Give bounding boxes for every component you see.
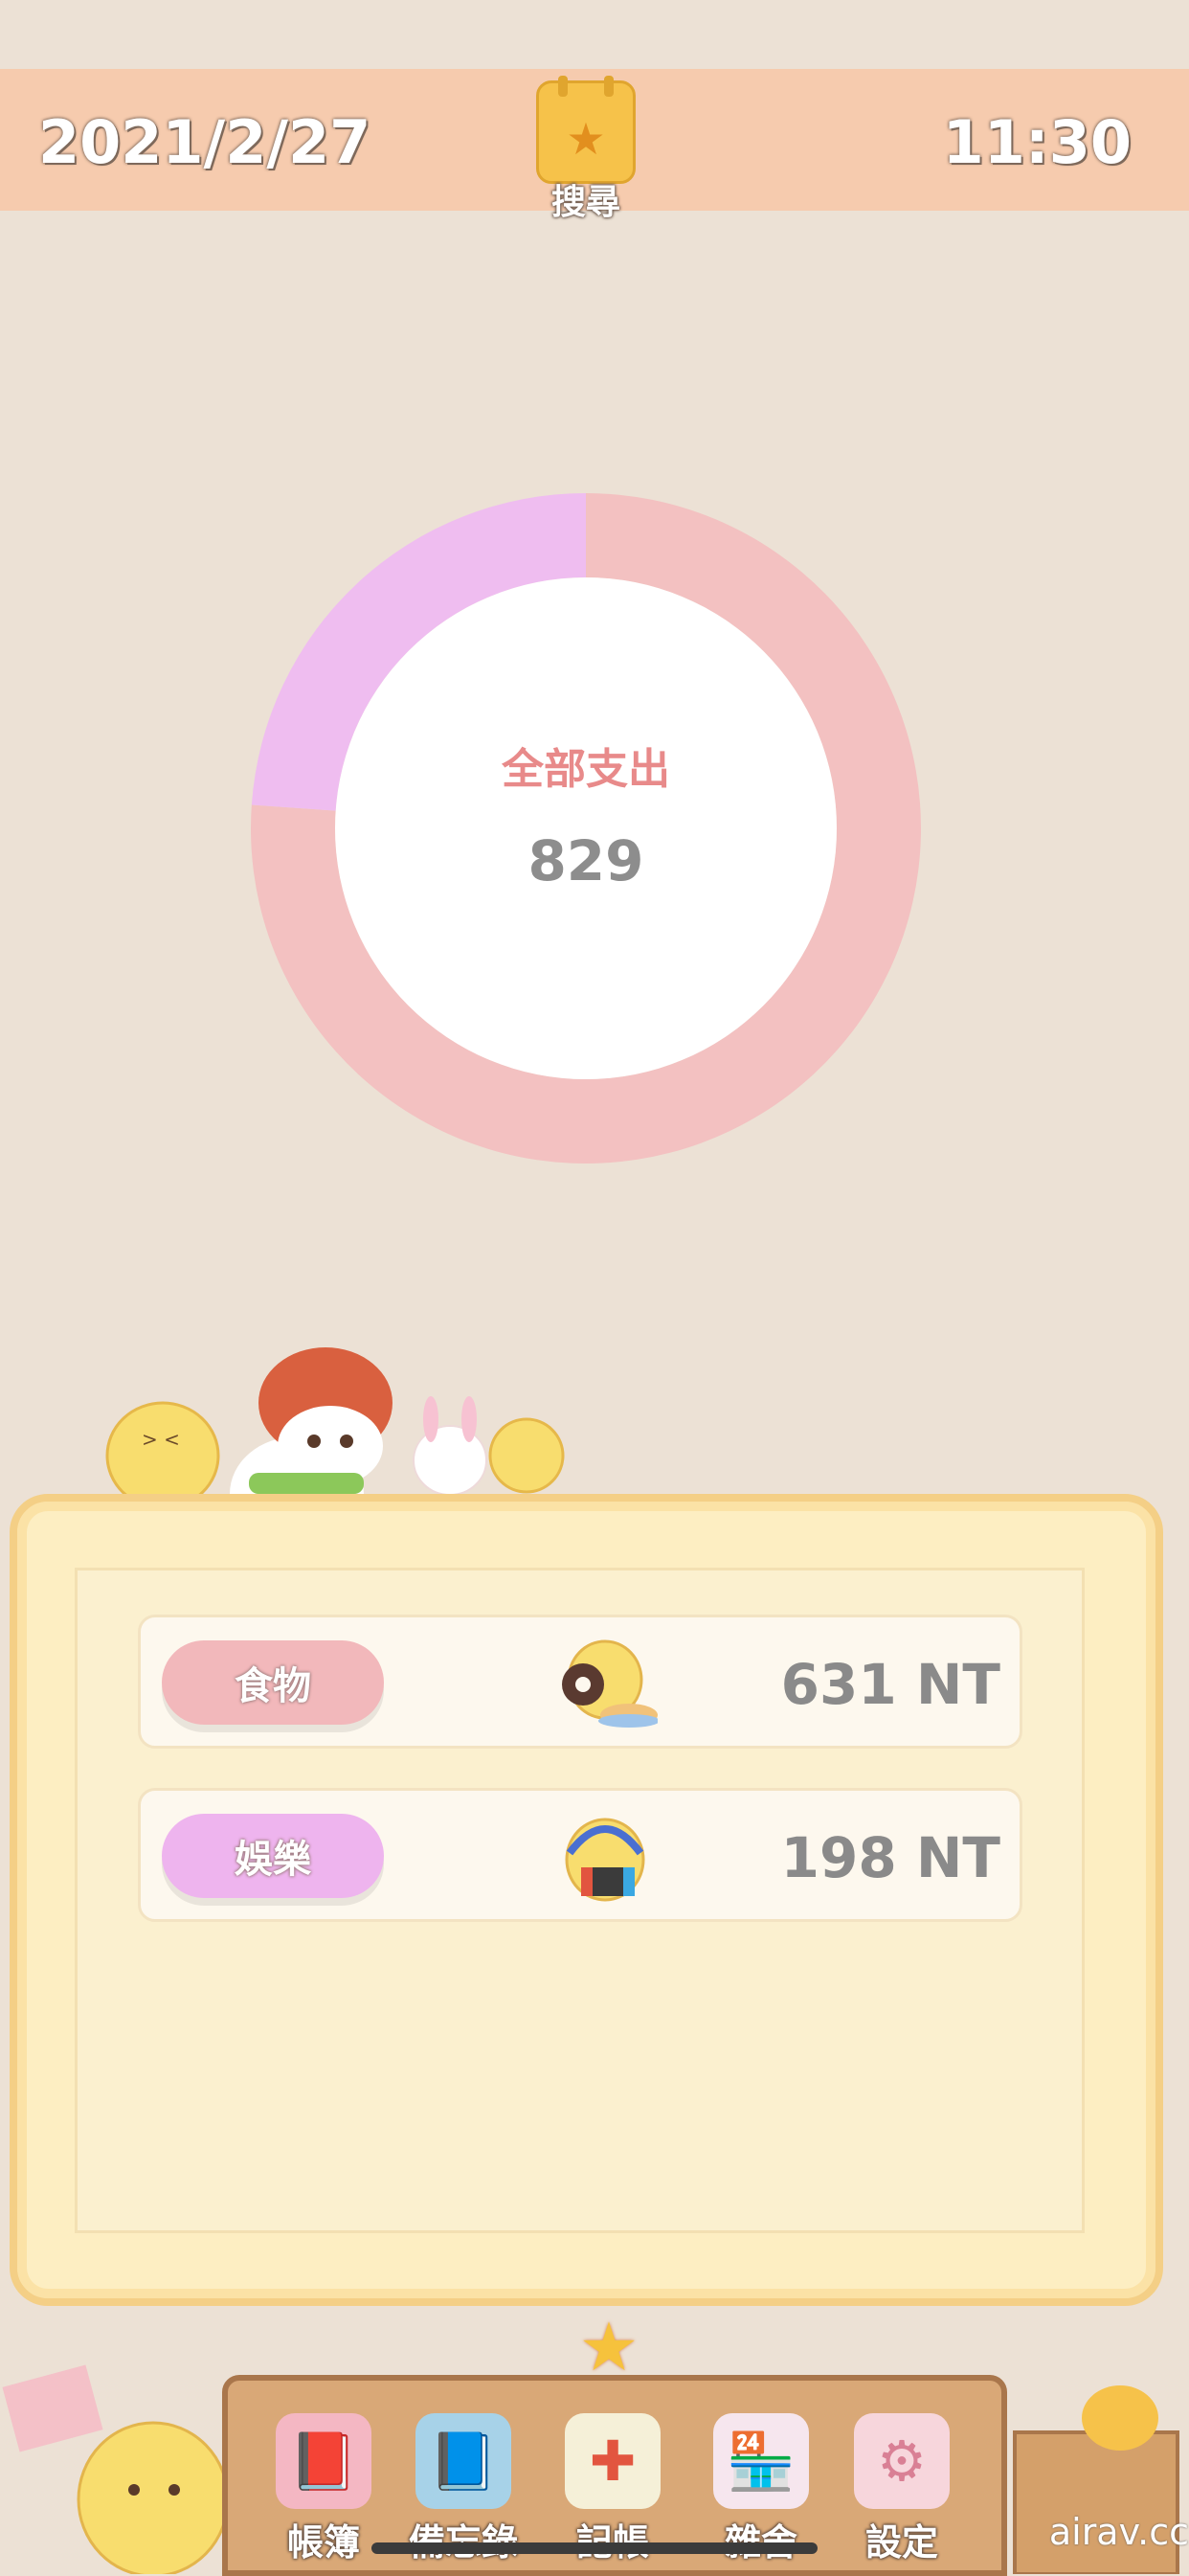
nav-settings[interactable]: ⚙ 設定 [835,2413,969,2566]
time-label: 11:30 [942,107,1132,177]
nav-add-entry-label: 記帳 [527,2513,699,2565]
expense-row-entertainment[interactable]: 娛樂 198 NT [138,1788,1022,1922]
watermark: airav.cc [1048,2511,1189,2553]
flag-chick-decoration [2,2364,230,2574]
search-label: 搜尋 [550,183,620,222]
bottom-nav: ★ 📕 帳簿 📘 備忘錄 ✚ 記帳 🏪 雜舍 ⚙ 設定 [0,2308,1189,2576]
top-bar: 2021/2/27 ★ 搜尋 11:30 [0,69,1189,222]
ledger-book-icon: 📕 [276,2413,371,2509]
search-button[interactable]: ★ 搜尋 [536,76,636,222]
expense-row-food[interactable]: 食物 631 NT [138,1615,1022,1749]
donut-chick-icon [562,1639,658,1728]
gamer-chick-icon [565,1818,645,1902]
crown-star-icon: ★ [578,2308,639,2386]
nav-ledger[interactable]: 📕 帳簿 [257,2413,391,2566]
home-indicator [371,2542,818,2554]
category-pill-entertainment[interactable]: 娛樂 [162,1814,384,1898]
total-expense-value: 829 [527,828,644,893]
expense-donut-chart[interactable]: 全部支出 829 [251,493,922,1164]
expense-amount-entertainment: 198 NT [780,1825,1000,1890]
svg-text:> <: > < [142,1428,180,1451]
expense-amount-food: 631 NT [780,1652,1000,1717]
add-entry-icon: ✚ [565,2413,661,2509]
category-pill-food[interactable]: 食物 [162,1640,384,1725]
memo-book-icon: 📘 [415,2413,511,2509]
total-expense-title: 全部支出 [502,745,670,794]
nav-memo-label: 備忘錄 [377,2513,550,2565]
date-label[interactable]: 2021/2/27 [38,107,370,177]
donut-center: 全部支出 829 [251,493,921,1164]
gear-icon: ⚙ [854,2413,950,2509]
nav-settings-label: 設定 [864,2521,938,2564]
star-icon: ★ [566,113,606,165]
shop-icon: 🏪 [713,2413,809,2509]
